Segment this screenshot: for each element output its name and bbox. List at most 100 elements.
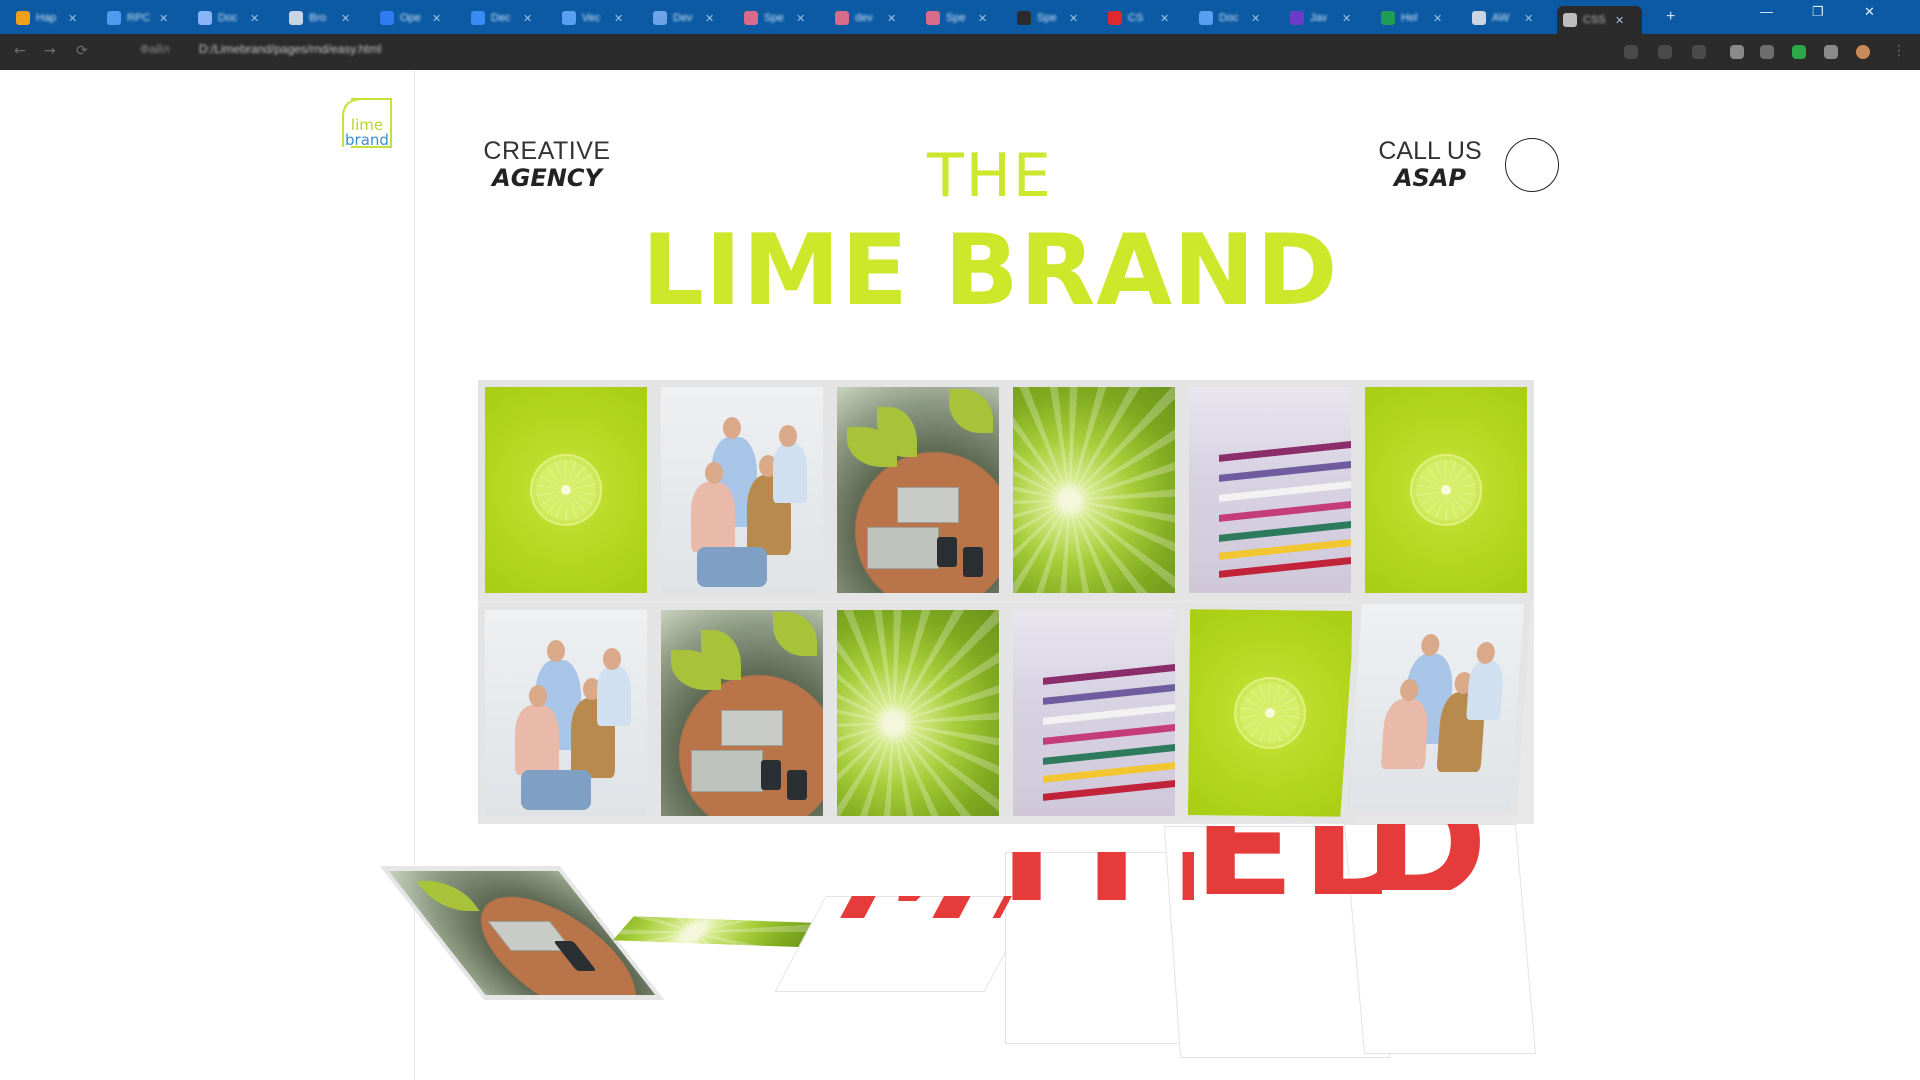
tab-title: Doc	[1219, 12, 1239, 24]
url-prefix: Файл	[140, 42, 170, 56]
tab-close-icon[interactable]: ✕	[159, 12, 168, 25]
paper-sheet	[1219, 555, 1351, 578]
asap-text: ASAP	[1393, 164, 1467, 192]
tab-title: AW	[1492, 12, 1510, 24]
tab-close-icon[interactable]: ✕	[1342, 12, 1351, 25]
browser-tab[interactable]: Hel ✕	[1375, 6, 1460, 30]
paper-sheet	[1043, 702, 1175, 725]
browser-tab[interactable]: Doc ✕	[1193, 6, 1278, 30]
paper-sheet	[1219, 459, 1351, 482]
tab-title: Hap	[36, 12, 57, 24]
tab-close-icon[interactable]: ✕	[341, 12, 350, 25]
person-shape	[521, 770, 591, 810]
tab-close-icon[interactable]: ✕	[432, 12, 441, 25]
tab-close-icon[interactable]: ✕	[1160, 12, 1169, 25]
lime-brand-logo[interactable]: lime brand	[341, 97, 393, 149]
grid-tile-team-photo[interactable]	[478, 603, 654, 823]
browser-tab[interactable]: Hap ✕	[10, 6, 95, 30]
browser-tab[interactable]: Bro ✕	[283, 6, 368, 30]
browser-tab[interactable]: Vec ✕	[556, 6, 641, 30]
tab-close-icon[interactable]: ✕	[705, 12, 714, 25]
browser-tab[interactable]: Spe ✕	[920, 6, 1005, 30]
tab-close-icon[interactable]: ✕	[796, 12, 805, 25]
tab-close-icon[interactable]: ✕	[250, 12, 259, 25]
browser-tab[interactable]: RPC ✕	[101, 6, 186, 30]
forward-button[interactable]: →	[44, 43, 56, 59]
tab-favicon-icon	[198, 11, 212, 25]
browser-tab[interactable]: dev ✕	[829, 6, 914, 30]
person-shape	[697, 547, 767, 587]
browser-tab[interactable]: Ope ✕	[374, 6, 459, 30]
avatar[interactable]	[1856, 45, 1870, 59]
browser-tab[interactable]: Jav ✕	[1284, 6, 1369, 30]
extension-icon[interactable]	[1760, 45, 1774, 59]
back-button[interactable]: ←	[14, 43, 26, 59]
tab-favicon-icon	[16, 11, 30, 25]
tab-close-icon[interactable]: ✕	[887, 12, 896, 25]
tab-close-icon[interactable]: ✕	[523, 12, 532, 25]
call-button[interactable]	[1505, 138, 1559, 192]
browser-tab[interactable]: AW ✕	[1466, 6, 1551, 30]
grid-tile-lime-closeup[interactable]	[830, 603, 1006, 823]
phone-shape	[937, 537, 957, 567]
tab-favicon-icon	[1199, 11, 1213, 25]
bookmark-star-icon[interactable]	[1692, 45, 1706, 59]
phone-shape	[787, 770, 807, 800]
browser-menu-icon[interactable]: ⋮	[1892, 43, 1906, 59]
tab-close-icon[interactable]: ✕	[1433, 12, 1442, 25]
grid-tile-desk-photo[interactable]	[830, 380, 1006, 600]
grid-tile-team-photo[interactable]	[1340, 597, 1532, 817]
grid-tile-lime[interactable]	[1180, 602, 1360, 824]
book-shape	[897, 487, 959, 523]
browser-tab[interactable]: Doc ✕	[192, 6, 277, 30]
tab-close-icon[interactable]: ✕	[1615, 14, 1624, 27]
grid-tile-paper-stack[interactable]	[1182, 380, 1358, 600]
tab-close-icon[interactable]: ✕	[614, 12, 623, 25]
tab-title: Spe	[1037, 12, 1057, 24]
tab-close-icon[interactable]: ✕	[68, 12, 77, 25]
url-field[interactable]: Файл D:/Limebrand/pages/rnd/easy.html	[140, 42, 381, 56]
puzzle-icon[interactable]	[1824, 45, 1838, 59]
tab-favicon-icon	[926, 11, 940, 25]
tab-close-icon[interactable]: ✕	[1251, 12, 1260, 25]
phone-shape	[963, 547, 983, 577]
tab-close-icon[interactable]: ✕	[978, 12, 987, 25]
grid-tile-lime[interactable]	[478, 380, 654, 600]
browser-tab[interactable]: Dec ✕	[465, 6, 550, 30]
tab-close-icon[interactable]: ✕	[1524, 12, 1533, 25]
grid-tile-lime-closeup[interactable]	[1006, 380, 1182, 600]
tab-title: Ope	[400, 12, 421, 24]
window-minimize-button[interactable]: —	[1760, 4, 1773, 19]
browser-tab[interactable]: Spe ✕	[738, 6, 823, 30]
paper-sheet	[1043, 662, 1175, 685]
browser-tab[interactable]: CS ✕	[1102, 6, 1187, 30]
zoom-icon[interactable]	[1624, 45, 1638, 59]
person-head	[603, 648, 621, 670]
window-maximize-button[interactable]: ❐	[1812, 4, 1824, 20]
grid-tile-paper-stack[interactable]	[1006, 603, 1182, 823]
share-icon[interactable]	[1658, 45, 1672, 59]
browser-tab[interactable]: Dev ✕	[647, 6, 732, 30]
creative-text: CREATIVE	[483, 137, 611, 165]
reload-button[interactable]: ⟳	[76, 43, 88, 59]
call-us-label[interactable]: CALL US ASAP	[1374, 138, 1486, 192]
window-close-button[interactable]: ✕	[1864, 4, 1875, 20]
grid-tile-lime[interactable]	[1358, 380, 1534, 600]
paper-sheet	[1043, 722, 1175, 745]
tab-title: Bro	[309, 12, 327, 24]
new-tab-button[interactable]: +	[1666, 8, 1675, 26]
book-shape	[691, 750, 763, 792]
browser-tab-bar: Hap ✕ RPC ✕ Doc ✕ Bro ✕ Ope ✕ Dec ✕ Vec ✕ Dev ✕ Spe ✕ dev ✕…	[0, 0, 1920, 34]
browser-tab[interactable]: Spe ✕	[1011, 6, 1096, 30]
grid-tile-team-photo[interactable]	[654, 380, 830, 600]
tab-title: CSS	[1583, 14, 1606, 26]
grid-tile-desk-photo[interactable]	[654, 603, 830, 823]
tab-favicon-icon	[835, 11, 849, 25]
title-the: THE	[927, 141, 1053, 211]
browser-tab[interactable]: CSS ✕	[1557, 6, 1642, 34]
paper-sheet	[1219, 537, 1351, 560]
tab-close-icon[interactable]: ✕	[1069, 12, 1078, 25]
person-head	[705, 462, 723, 484]
extension-icon[interactable]	[1792, 45, 1806, 59]
extension-icon[interactable]	[1730, 45, 1744, 59]
